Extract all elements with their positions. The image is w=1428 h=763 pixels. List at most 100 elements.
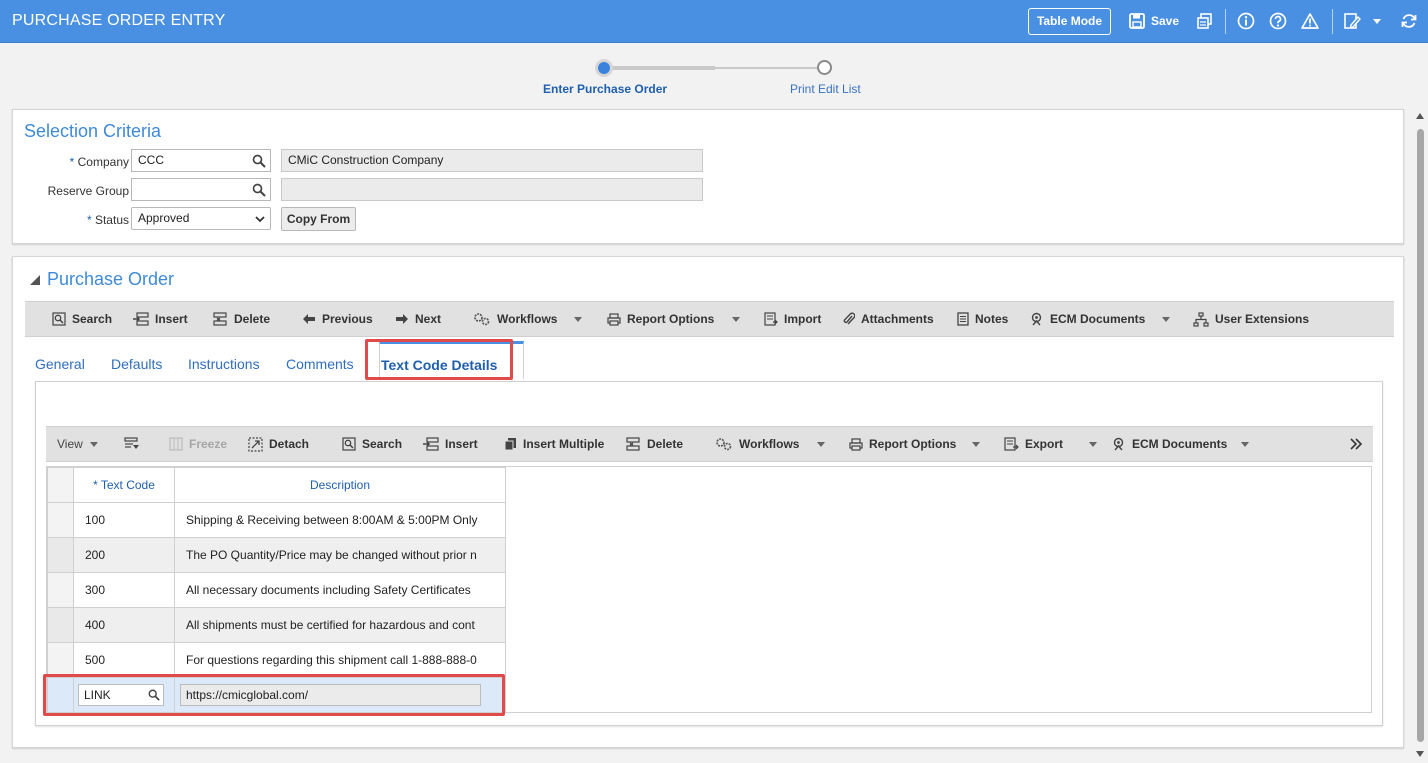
chevron-down-icon[interactable] [574,317,582,322]
scroll-down-arrow-icon[interactable] [1416,751,1424,757]
chevron-down-icon[interactable] [1162,317,1170,322]
text-code-cell[interactable]: 200 [73,537,175,573]
table-row[interactable]: 100 Shipping & Receiving between 8:00AM … [47,502,506,538]
table-mode-button[interactable]: Table Mode [1028,8,1111,35]
notes-button[interactable]: Notes [957,302,1008,336]
row-selector[interactable] [47,572,74,608]
row-selector[interactable] [47,642,74,678]
double-chevron-right-icon[interactable] [1350,438,1362,450]
text-code-cell[interactable]: 300 [73,572,175,608]
grid-report-options-button[interactable]: Report Options [849,427,956,461]
column-header-description[interactable]: Description [174,467,506,503]
status-label-text: Status [94,213,129,227]
previous-button[interactable]: Previous [302,302,373,336]
train-step-enter-po[interactable]: Enter Purchase Order [543,82,667,96]
collapse-triangle-icon[interactable] [30,275,40,285]
reserve-group-input[interactable] [131,178,271,201]
description-cell[interactable]: The PO Quantity/Price may be changed wit… [174,537,506,573]
info-icon[interactable] [1237,12,1255,30]
insert-button[interactable]: Insert [133,302,188,336]
warning-icon[interactable] [1301,12,1319,30]
attachments-button[interactable]: Attachments [843,302,934,336]
filter-button[interactable] [124,427,146,461]
ecm-documents-button[interactable]: ECM Documents [1029,302,1145,336]
detach-button[interactable]: Detach [248,427,309,461]
import-button[interactable]: Import [764,302,821,336]
text-code-input[interactable]: LINK [78,684,164,706]
page-scrollbar[interactable] [1412,107,1428,763]
scroll-up-arrow-icon[interactable] [1416,113,1424,119]
section-title: Selection Criteria [24,121,162,141]
chevron-down-icon[interactable] [817,442,825,447]
chevron-down-icon[interactable] [732,317,740,322]
train-step-print-edit-list[interactable]: Print Edit List [790,82,861,96]
row-selector[interactable] [47,607,74,643]
description-input[interactable]: https://cmicglobal.com/ [180,684,481,706]
report-options-button[interactable]: Report Options [607,302,714,336]
grid-insert-button[interactable]: Insert [423,427,478,461]
chevron-down-icon[interactable] [90,442,98,447]
insert-multiple-button[interactable]: Insert Multiple [504,427,604,461]
tab-general[interactable]: General [35,356,85,372]
status-select[interactable]: Approved [131,207,271,230]
chevron-down-icon[interactable] [972,442,980,447]
table-row[interactable]: 300 All necessary documents including Sa… [47,572,506,608]
description-cell[interactable]: All shipments must be certified for haza… [174,607,506,643]
export-icon [1004,437,1019,451]
help-icon[interactable] [1269,12,1287,30]
tab-defaults[interactable]: Defaults [111,356,162,372]
freeze-button[interactable]: Freeze [169,427,227,461]
row-selector[interactable] [47,677,74,713]
table-row[interactable]: 500 For questions regarding this shipmen… [47,642,506,678]
tab-instructions[interactable]: Instructions [188,356,260,372]
text-code-cell[interactable]: 400 [73,607,175,643]
chevron-down-icon[interactable] [1241,442,1249,447]
train-step-current-dot[interactable] [595,59,613,77]
chevron-down-icon[interactable] [1089,442,1097,447]
delete-row-icon [213,312,227,326]
table-row[interactable]: 400 All shipments must be certified for … [47,607,506,643]
search-icon[interactable] [148,689,160,701]
text-code-cell[interactable]: 500 [73,642,175,678]
grid-delete-button[interactable]: Delete [625,427,683,461]
chevron-down-icon[interactable] [255,214,265,224]
tab-text-code-details[interactable]: Text Code Details [381,357,497,373]
grid-ecm-documents-button[interactable]: ECM Documents [1111,427,1227,461]
ecm-documents-icon [1113,437,1124,450]
tab-comments[interactable]: Comments [286,356,354,372]
company-label-text: Company [77,155,129,169]
view-menu[interactable]: View [57,427,83,461]
workflows-button[interactable]: Workflows [473,302,557,336]
grid-search-button[interactable]: Search [342,427,402,461]
table-row[interactable]: 200 The PO Quantity/Price may be changed… [47,537,506,573]
print-queue-icon[interactable] [1196,12,1214,30]
user-extensions-button[interactable]: User Extensions [1193,302,1309,336]
insert-label: Insert [155,312,188,326]
row-selector[interactable] [47,537,74,573]
company-input[interactable]: CCC [131,149,271,172]
description-cell[interactable]: All necessary documents including Safety… [174,572,506,608]
new-table-row[interactable]: LINK https://cmicglobal.com/ [47,677,506,713]
description-cell[interactable]: Shipping & Receiving between 8:00AM & 5:… [174,502,506,538]
train-step-pending-dot[interactable] [817,60,832,75]
scrollbar-thumb[interactable] [1417,129,1424,742]
next-button[interactable]: Next [395,302,441,336]
refresh-icon[interactable] [1400,12,1418,30]
text-code-cell[interactable]: 100 [73,502,175,538]
description-cell[interactable]: For questions regarding this shipment ca… [174,642,506,678]
column-header-text-code[interactable]: * Text Code [73,467,175,503]
search-icon[interactable] [252,154,266,168]
text-code-edit-cell[interactable]: LINK [73,677,175,713]
delete-button[interactable]: Delete [212,302,270,336]
description-edit-cell[interactable]: https://cmicglobal.com/ [174,677,506,713]
chevron-down-icon[interactable] [1373,19,1381,24]
search-button[interactable]: Search [52,302,112,336]
copy-from-button[interactable]: Copy From [281,207,356,231]
row-selector[interactable] [47,502,74,538]
save-button[interactable]: Save [1151,14,1179,28]
edit-icon[interactable] [1343,12,1361,30]
export-button[interactable]: Export [1004,427,1063,461]
grid-workflows-button[interactable]: Workflows [715,427,799,461]
search-icon[interactable] [252,183,266,197]
save-icon[interactable] [1128,12,1146,30]
